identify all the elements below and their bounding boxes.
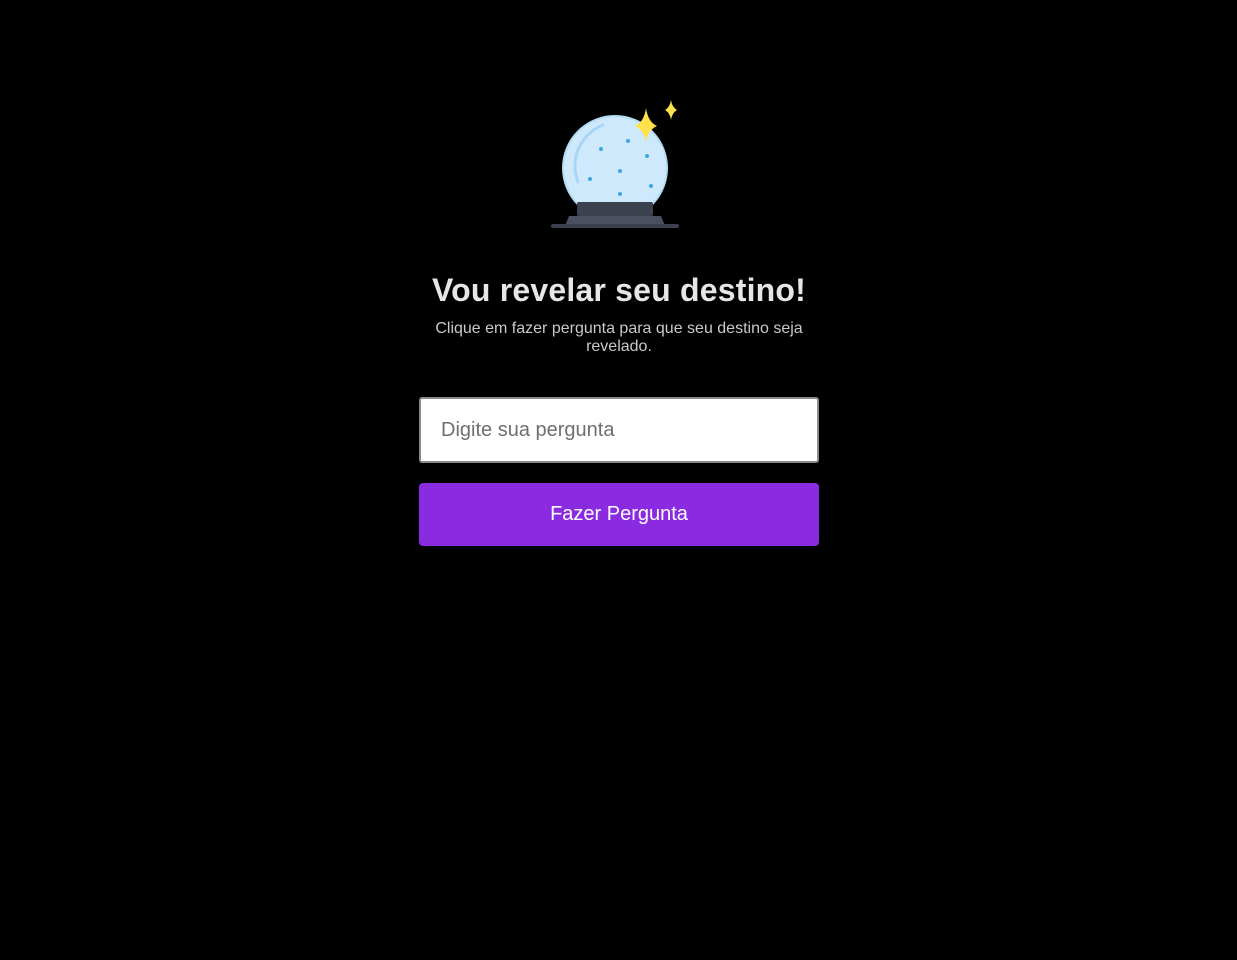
page-title: Vou revelar seu destino! xyxy=(431,272,807,308)
crystal-ball-icon xyxy=(551,100,679,228)
main-container: Vou revelar seu destino! Clique em fazer… xyxy=(419,98,819,546)
question-input[interactable] xyxy=(419,397,819,463)
ask-question-button[interactable]: Fazer Pergunta xyxy=(419,483,819,546)
page-subtitle: Clique em fazer pergunta para que seu de… xyxy=(435,320,803,355)
